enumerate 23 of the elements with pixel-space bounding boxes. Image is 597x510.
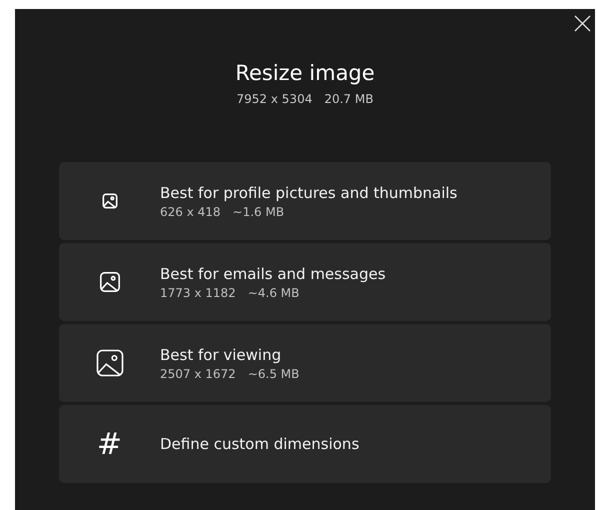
- option-dimensions: 1773 x 1182: [160, 286, 236, 300]
- resize-option[interactable]: # Define custom dimensions: [59, 405, 551, 483]
- image-icon: [98, 271, 120, 293]
- option-size: ~6.5 MB: [248, 366, 300, 380]
- image-icon: [102, 193, 118, 209]
- image-dimensions: 7952 x 5304: [236, 92, 312, 106]
- dialog-title: Resize image: [235, 60, 375, 87]
- resize-option[interactable]: Best for viewing 2507 x 1672 ~6.5 MB: [59, 324, 551, 402]
- resize-option[interactable]: Best for emails and messages 1773 x 1182 ~4.6 MB: [59, 243, 551, 321]
- option-title: Define custom dimensions: [160, 435, 360, 453]
- option-title: Best for emails and messages: [160, 264, 386, 282]
- option-size: ~4.6 MB: [248, 286, 300, 300]
- option-size: ~1.6 MB: [232, 204, 284, 218]
- resize-option[interactable]: Best for profile pictures and thumbnails 626 x 418 ~1.6 MB: [59, 162, 551, 240]
- option-dimensions: 626 x 418: [160, 204, 221, 218]
- option-dimensions: 2507 x 1672: [160, 366, 236, 380]
- option-title: Best for profile pictures and thumbnails: [160, 184, 458, 202]
- close-icon: [574, 15, 591, 32]
- image-icon: [94, 348, 124, 378]
- file-size: 20.7 MB: [324, 92, 374, 106]
- hash-icon: #: [96, 426, 122, 462]
- option-title: Best for viewing: [160, 346, 282, 364]
- close-button[interactable]: [574, 15, 591, 32]
